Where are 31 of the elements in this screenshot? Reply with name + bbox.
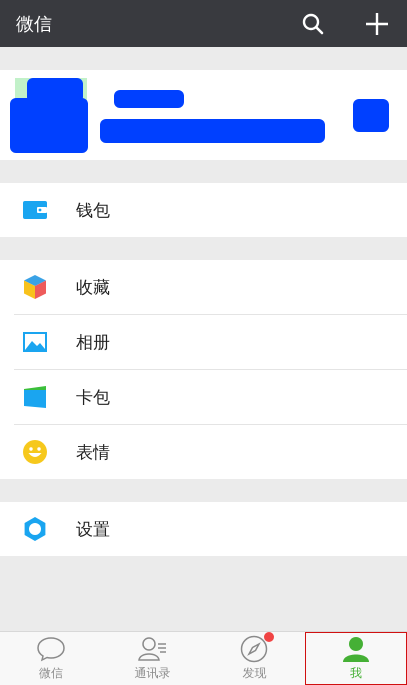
tab-label: 通讯录 [134,665,171,682]
picture-icon [22,329,48,355]
redaction-mark [114,90,184,108]
plus-icon[interactable] [365,12,389,36]
menu-label: 表情 [76,442,110,464]
menu-item[interactable]: 相册 [14,314,407,369]
menu-item[interactable]: 设置 [14,502,407,556]
redaction-mark [353,98,389,132]
tab-label: 发现 [242,665,266,682]
menu-label: 钱包 [76,200,110,222]
person-icon [342,635,370,663]
smiley-icon [22,439,48,465]
cube-icon [22,274,48,300]
menu-item[interactable]: 表情 [14,424,407,479]
tab-label: 我 [350,665,362,682]
settings-icon [22,516,48,542]
menu-item[interactable]: 收藏 [14,260,407,314]
contacts-icon [138,636,168,662]
menu-label: 收藏 [76,276,110,298]
menu-label: 卡包 [76,386,110,408]
chat-bubble-icon [36,636,66,662]
compass-icon [240,635,268,663]
search-icon[interactable] [301,12,325,36]
menu-label: 相册 [76,332,110,354]
app-title: 微信 [16,12,53,36]
profile-card[interactable] [0,70,407,160]
menu-item[interactable]: 卡包 [14,369,407,424]
card-icon [22,384,48,410]
tab-label: 微信 [38,665,63,682]
menu-item[interactable]: 钱包 [14,183,407,237]
menu-label: 设置 [76,518,110,540]
